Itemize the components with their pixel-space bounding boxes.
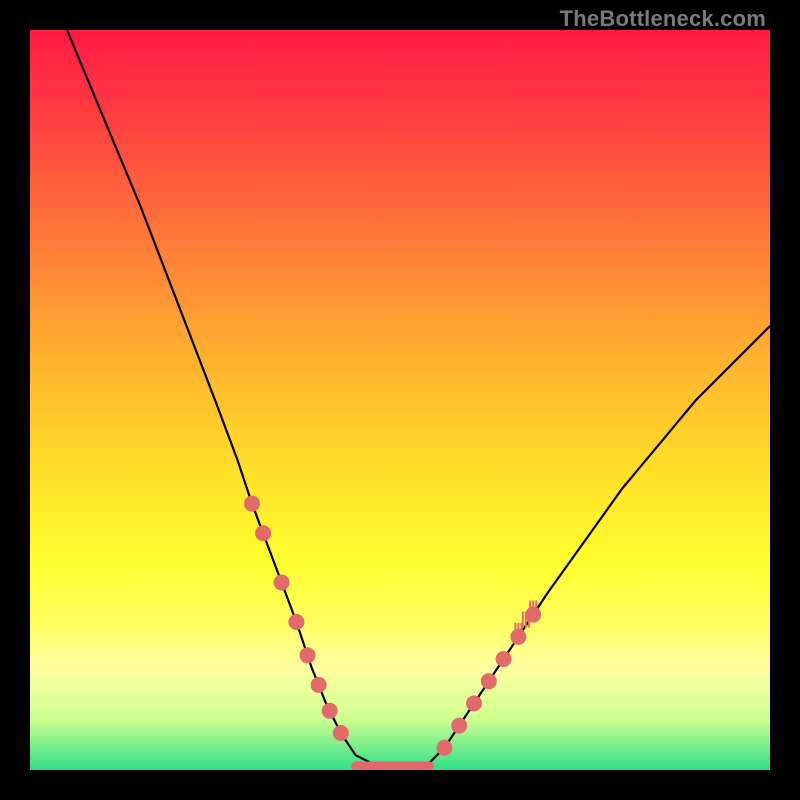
- watermark-text: TheBottleneck.com: [560, 6, 766, 32]
- curve-marker: [481, 673, 497, 689]
- curve-marker: [300, 647, 316, 663]
- markers-left: [244, 496, 349, 741]
- curve-marker: [288, 614, 304, 630]
- curve-marker: [322, 703, 338, 719]
- chart-svg: [30, 30, 770, 770]
- curve-marker: [496, 651, 512, 667]
- chart-frame: TheBottleneck.com: [0, 0, 800, 800]
- curve-marker: [311, 677, 327, 693]
- curve-marker: [255, 525, 271, 541]
- plot-area: [30, 30, 770, 770]
- curve-marker: [274, 575, 290, 591]
- bottleneck-curve: [67, 30, 770, 770]
- curve-marker: [451, 718, 467, 734]
- curve-marker: [436, 740, 452, 756]
- curve-marker: [333, 725, 349, 741]
- curve-marker: [466, 695, 482, 711]
- markers-right: [436, 607, 541, 756]
- curve-marker: [244, 496, 260, 512]
